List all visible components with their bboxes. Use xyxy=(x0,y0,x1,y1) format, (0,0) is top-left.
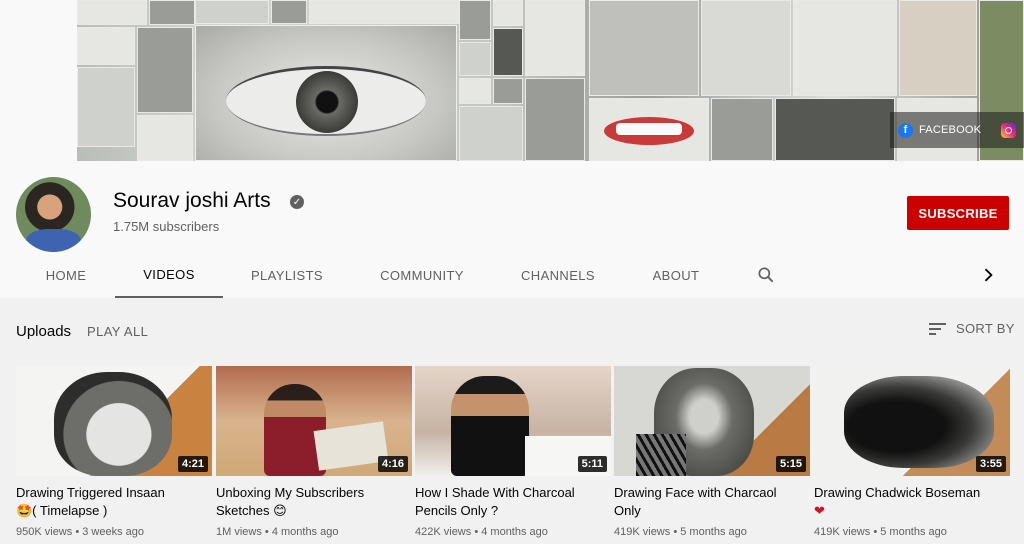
video-duration: 5:11 xyxy=(577,456,607,472)
subscriber-count: 1.75M subscribers xyxy=(113,219,220,234)
video-duration: 5:15 xyxy=(775,456,806,472)
banner-sketch-tile xyxy=(459,42,491,76)
video-views: 950K views xyxy=(16,526,73,538)
banner-eyes-tile xyxy=(701,0,791,96)
tab-home[interactable]: HOME xyxy=(20,253,112,298)
banner-sketch-tile xyxy=(137,115,193,161)
banner-eye-drawing xyxy=(195,25,457,161)
video-title-line: Only xyxy=(614,503,641,518)
sort-by-label: SORT BY xyxy=(956,321,1015,336)
video-title[interactable]: Drawing Face with Charcaol Only xyxy=(614,484,810,520)
banner-sketch-tile xyxy=(493,28,523,76)
video-card[interactable]: 3:55 Drawing Chadwick Boseman ❤ 419K view… xyxy=(814,366,1010,538)
video-card[interactable]: 5:15 Drawing Face with Charcaol Only 419K… xyxy=(614,366,810,538)
video-duration: 4:21 xyxy=(177,456,208,472)
sort-icon xyxy=(929,322,946,335)
video-age: 5 months ago xyxy=(880,526,947,538)
play-all-button[interactable]: PLAY ALL xyxy=(87,324,148,339)
banner-dog-tile xyxy=(899,0,977,96)
video-duration: 4:16 xyxy=(377,456,408,472)
video-title-line: How I Shade With Charcoal xyxy=(415,485,575,500)
video-age: 3 weeks ago xyxy=(82,526,144,538)
channel-avatar[interactable] xyxy=(16,177,91,252)
banner-sketch-tile xyxy=(525,78,585,161)
channel-header: Sourav joshi Arts ✓ 1.75M subscribers SU… xyxy=(0,161,1024,298)
video-title[interactable]: How I Shade With Charcoal Pencils Only ? xyxy=(415,484,611,520)
banner-sketch-tile xyxy=(77,27,135,65)
facebook-link[interactable]: FACEBOOK xyxy=(919,124,981,136)
channel-name: Sourav joshi Arts xyxy=(113,189,271,212)
banner-sketch-tile xyxy=(271,0,307,24)
banner-sketch-tile xyxy=(711,98,773,161)
video-duration: 3:55 xyxy=(975,456,1006,472)
banner-sketch-tile xyxy=(77,67,135,147)
video-title[interactable]: Drawing Triggered Insaan 🤩( Timelapse ) xyxy=(16,484,212,520)
video-meta: 950K views • 3 weeks ago xyxy=(16,526,144,538)
video-age: 5 months ago xyxy=(680,526,747,538)
banner-sketch-tile xyxy=(493,0,523,26)
video-card[interactable]: 4:21 Drawing Triggered Insaan 🤩( Timelaps… xyxy=(16,366,212,538)
tab-about[interactable]: ABOUT xyxy=(638,253,714,298)
video-thumbnail[interactable]: 5:11 xyxy=(415,366,611,476)
channel-banner xyxy=(77,0,1024,161)
video-views: 1M views xyxy=(216,526,262,538)
channel-banner-area: f FACEBOOK xyxy=(0,0,1024,161)
video-title-line: Drawing Chadwick Boseman xyxy=(814,485,981,500)
video-title-line: ❤ xyxy=(814,503,825,518)
search-icon[interactable] xyxy=(756,265,776,285)
instagram-icon[interactable] xyxy=(1001,122,1017,138)
banner-sketch-tile xyxy=(309,0,459,24)
video-views: 419K views xyxy=(814,526,871,538)
banner-sketch-tile xyxy=(149,0,195,25)
tab-community[interactable]: COMMUNITY xyxy=(366,253,478,298)
video-title-line: Sketches 😊 xyxy=(216,503,287,518)
video-card[interactable]: 4:16 Unboxing My Subscribers Sketches 😊 1… xyxy=(216,366,412,538)
facebook-icon[interactable]: f xyxy=(898,122,913,138)
video-title[interactable]: Unboxing My Subscribers Sketches 😊 xyxy=(216,484,412,520)
banner-sketch-tile xyxy=(137,27,193,113)
section-title: Uploads xyxy=(16,323,72,340)
video-age: 4 months ago xyxy=(481,526,548,538)
video-meta: 1M views • 4 months ago xyxy=(216,526,339,538)
banner-sketch-tile xyxy=(459,0,491,40)
video-title[interactable]: Drawing Chadwick Boseman ❤ xyxy=(814,484,1010,520)
tab-channels[interactable]: CHANNELS xyxy=(508,253,608,298)
banner-portrait-tile xyxy=(589,0,699,96)
banner-lips-tile xyxy=(589,98,709,161)
banner-sketch-tile xyxy=(525,0,585,76)
banner-social-links: f FACEBOOK xyxy=(890,112,1024,148)
banner-sketch-tile xyxy=(459,78,491,104)
banner-sketch-tile xyxy=(77,0,147,25)
chevron-right-icon[interactable] xyxy=(978,265,998,285)
video-meta: 419K views • 5 months ago xyxy=(814,526,947,538)
tab-videos[interactable]: VIDEOS xyxy=(115,253,223,298)
video-card[interactable]: 5:11 How I Shade With Charcoal Pencils On… xyxy=(415,366,611,538)
subscribe-button[interactable]: SUBSCRIBE xyxy=(907,196,1009,230)
banner-sketch-tile xyxy=(195,0,269,24)
video-title-line: Drawing Triggered Insaan xyxy=(16,485,165,500)
video-meta: 419K views • 5 months ago xyxy=(614,526,747,538)
verified-check-icon: ✓ xyxy=(290,195,304,209)
video-views: 422K views xyxy=(415,526,472,538)
video-age: 4 months ago xyxy=(271,526,339,538)
video-title-line: Unboxing My Subscribers xyxy=(216,485,365,500)
video-thumbnail[interactable]: 5:15 xyxy=(614,366,810,476)
banner-sketch-tile xyxy=(493,78,523,104)
video-views: 419K views xyxy=(614,526,671,538)
video-meta: 422K views • 4 months ago xyxy=(415,526,548,538)
banner-portrait-tile xyxy=(775,98,895,161)
banner-sketch-tile xyxy=(459,106,523,161)
video-thumbnail[interactable]: 3:55 xyxy=(814,366,1010,476)
video-title-line: 🤩( Timelapse ) xyxy=(16,503,108,518)
video-thumbnail[interactable]: 4:21 xyxy=(16,366,212,476)
banner-face-tile xyxy=(793,0,897,96)
videos-section: Uploads PLAY ALL SORT BY 4:21 Drawing Tr… xyxy=(0,298,1024,544)
channel-tabs: HOME VIDEOS PLAYLISTS COMMUNITY CHANNELS… xyxy=(0,253,1024,298)
video-thumbnail[interactable]: 4:16 xyxy=(216,366,412,476)
sort-by-button[interactable]: SORT BY xyxy=(929,321,1015,336)
video-title-line: Drawing Face with Charcaol xyxy=(614,485,777,500)
video-title-line: Pencils Only ? xyxy=(415,503,499,518)
tab-playlists[interactable]: PLAYLISTS xyxy=(238,253,336,298)
